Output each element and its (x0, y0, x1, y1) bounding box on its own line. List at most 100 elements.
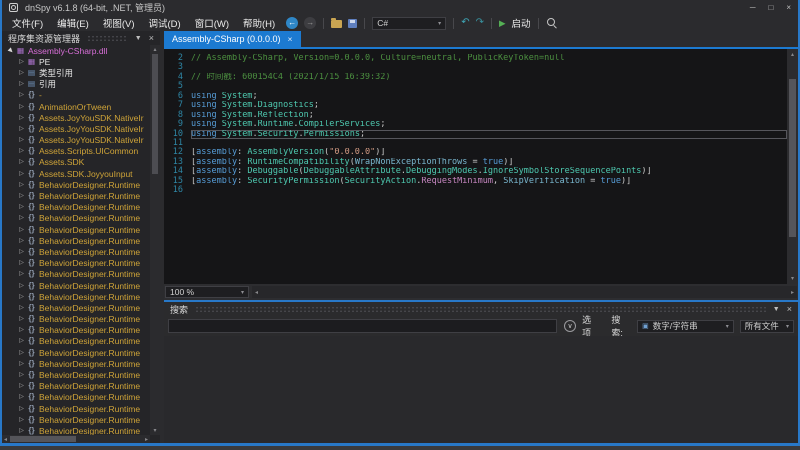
tree-item[interactable]: ▷{}BehaviorDesigner.Runtime (2, 179, 150, 190)
tree-item[interactable]: ▷{}BehaviorDesigner.Runtime (2, 336, 150, 347)
expander-collapsed-icon[interactable]: ▷ (17, 350, 26, 356)
tree-item[interactable]: ▷{}BehaviorDesigner.Runtime (2, 291, 150, 302)
start-debug-icon[interactable]: ▶ (499, 18, 506, 29)
tree-item[interactable]: ▷{}BehaviorDesigner.Runtime (2, 392, 150, 403)
tree-item[interactable]: ▷{}Assets.JoyYouSDK.NativeIr (2, 112, 150, 123)
scrollbar-thumb[interactable] (10, 436, 76, 442)
tree-vertical-scrollbar[interactable]: ▴ ▾ (150, 45, 160, 435)
expander-collapsed-icon[interactable]: ▷ (17, 104, 26, 110)
redo-button[interactable]: ↷ (476, 18, 484, 28)
tree-item[interactable]: ▷{}BehaviorDesigner.Runtime (2, 403, 150, 414)
search-input[interactable] (168, 319, 557, 333)
expander-collapsed-icon[interactable]: ▷ (17, 227, 26, 233)
expander-collapsed-icon[interactable]: ▷ (17, 327, 26, 333)
tree-item[interactable]: ▷{}BehaviorDesigner.Runtime (2, 269, 150, 280)
close-button[interactable]: × (786, 3, 791, 12)
scroll-right-icon[interactable]: ▸ (145, 436, 148, 443)
menu-item[interactable]: 编辑(E) (50, 16, 96, 30)
tree-item[interactable]: ▷{}AnimationOrTween (2, 101, 150, 112)
expander-collapsed-icon[interactable]: ▷ (17, 316, 26, 322)
tree-item[interactable]: ▷{}BehaviorDesigner.Runtime (2, 369, 150, 380)
expander-collapsed-icon[interactable]: ▷ (17, 294, 26, 300)
tree-item[interactable]: ▷{}BehaviorDesigner.Runtime (2, 414, 150, 425)
expander-collapsed-icon[interactable]: ▷ (17, 249, 26, 255)
tree-item[interactable]: ▷{}BehaviorDesigner.Runtime (2, 235, 150, 246)
expander-collapsed-icon[interactable]: ▷ (17, 406, 26, 412)
scroll-up-icon[interactable]: ▴ (153, 46, 156, 53)
tree-item[interactable]: ▷{}BehaviorDesigner.Runtime (2, 258, 150, 269)
panel-menu-icon[interactable]: ▼ (773, 306, 780, 313)
expander-collapsed-icon[interactable]: ▷ (17, 204, 26, 210)
expander-collapsed-icon[interactable]: ▷ (17, 428, 26, 434)
tree-item[interactable]: ▷{}- (2, 90, 150, 101)
expander-collapsed-icon[interactable]: ▷ (17, 70, 26, 76)
tree-item[interactable]: ▶▦Assembly-CSharp.dll (2, 45, 150, 56)
minimize-button[interactable]: ─ (750, 3, 756, 12)
scroll-up-icon[interactable]: ▴ (791, 51, 794, 58)
expander-collapsed-icon[interactable]: ▷ (17, 417, 26, 423)
expander-collapsed-icon[interactable]: ▷ (17, 260, 26, 266)
language-combobox[interactable]: C# ▾ (372, 17, 446, 30)
tree-item[interactable]: ▷{}BehaviorDesigner.Runtime (2, 280, 150, 291)
navigate-back-button[interactable]: ← (286, 17, 298, 29)
scroll-left-icon[interactable]: ◂ (4, 436, 7, 443)
scroll-right-icon[interactable]: ▸ (791, 289, 794, 296)
expander-collapsed-icon[interactable]: ▷ (17, 394, 26, 400)
search-assemblies-icon[interactable] (546, 17, 558, 29)
tree-item[interactable]: ▷{}BehaviorDesigner.Runtime (2, 213, 150, 224)
tree-item[interactable]: ▷{}Assets.Scripts.UICommon (2, 146, 150, 157)
search-scope-combobox[interactable]: 所有文件 ▾ (740, 320, 794, 333)
expander-collapsed-icon[interactable]: ▷ (17, 238, 26, 244)
scroll-left-icon[interactable]: ◂ (255, 289, 258, 296)
expander-collapsed-icon[interactable]: ▷ (17, 137, 26, 143)
panel-drag-handle[interactable] (87, 35, 128, 42)
menu-item[interactable]: 窗口(W) (188, 16, 236, 30)
tree-item[interactable]: ▷{}BehaviorDesigner.Runtime (2, 202, 150, 213)
tree-item[interactable]: ▷{}BehaviorDesigner.Runtime (2, 358, 150, 369)
expander-collapsed-icon[interactable]: ▷ (17, 338, 26, 344)
tree-item[interactable]: ▷{}BehaviorDesigner.Runtime (2, 325, 150, 336)
menu-item[interactable]: 调试(D) (141, 16, 187, 30)
search-type-combobox[interactable]: ▣ 数字/字符串 ▾ (637, 320, 734, 333)
menu-item[interactable]: 视图(V) (96, 16, 142, 30)
expander-collapsed-icon[interactable]: ▷ (17, 372, 26, 378)
tree-item[interactable]: ▷▤引用 (2, 79, 150, 90)
tree-item[interactable]: ▷{}BehaviorDesigner.Runtime (2, 347, 150, 358)
menu-item[interactable]: 文件(F) (5, 16, 50, 30)
tree-item[interactable]: ▷{}BehaviorDesigner.Runtime (2, 302, 150, 313)
tree-item[interactable]: ▷{}Assets.JoyYouSDK.NativeIr (2, 135, 150, 146)
code-editor[interactable]: 2// Assembly-CSharp, Version=0.0.0.0, Cu… (164, 49, 787, 284)
scroll-down-icon[interactable]: ▾ (153, 427, 156, 434)
expander-collapsed-icon[interactable]: ▷ (17, 271, 26, 277)
panel-menu-icon[interactable]: ▼ (135, 35, 142, 42)
tree-item[interactable]: ▷{}BehaviorDesigner.Runtime (2, 314, 150, 325)
expander-collapsed-icon[interactable]: ▷ (17, 159, 26, 165)
scrollbar-thumb[interactable] (152, 54, 158, 174)
editor-vertical-scrollbar[interactable]: ▴ ▾ (787, 49, 798, 284)
save-all-button[interactable] (348, 19, 357, 28)
expander-collapsed-icon[interactable]: ▷ (17, 92, 26, 98)
editor-horizontal-scrollbar[interactable]: ◂ ▸ (252, 286, 797, 298)
start-debug-button[interactable]: 启动 (512, 16, 531, 30)
scroll-down-icon[interactable]: ▾ (791, 275, 794, 282)
expander-collapsed-icon[interactable]: ▷ (17, 171, 26, 177)
tree-item[interactable]: ▷{}Assets.JoyYouSDK.NativeIr (2, 123, 150, 134)
tree-item[interactable]: ▷▤类型引用 (2, 67, 150, 78)
expander-collapsed-icon[interactable]: ▷ (17, 115, 26, 121)
expander-collapsed-icon[interactable]: ▷ (17, 81, 26, 87)
undo-button[interactable]: ↶ (461, 18, 469, 28)
panel-close-icon[interactable]: × (149, 34, 154, 43)
panel-drag-handle[interactable] (195, 306, 766, 313)
tree-item[interactable]: ▷{}BehaviorDesigner.Runtime (2, 381, 150, 392)
open-file-button[interactable] (331, 20, 342, 28)
expander-collapsed-icon[interactable]: ▷ (17, 383, 26, 389)
expander-collapsed-icon[interactable]: ▷ (17, 148, 26, 154)
tree-item[interactable]: ▷{}BehaviorDesigner.Runtime (2, 246, 150, 257)
expander-collapsed-icon[interactable]: ▷ (17, 193, 26, 199)
expander-collapsed-icon[interactable]: ▷ (17, 59, 26, 65)
tree-horizontal-scrollbar[interactable]: ◂ ▸ (2, 435, 150, 443)
navigate-forward-button[interactable]: → (304, 17, 316, 29)
expander-collapsed-icon[interactable]: ▷ (17, 126, 26, 132)
tree-item[interactable]: ▷{}Assets.SDK (2, 157, 150, 168)
tab-assembly-csharp[interactable]: Assembly-CSharp (0.0.0.0) × (164, 31, 301, 47)
